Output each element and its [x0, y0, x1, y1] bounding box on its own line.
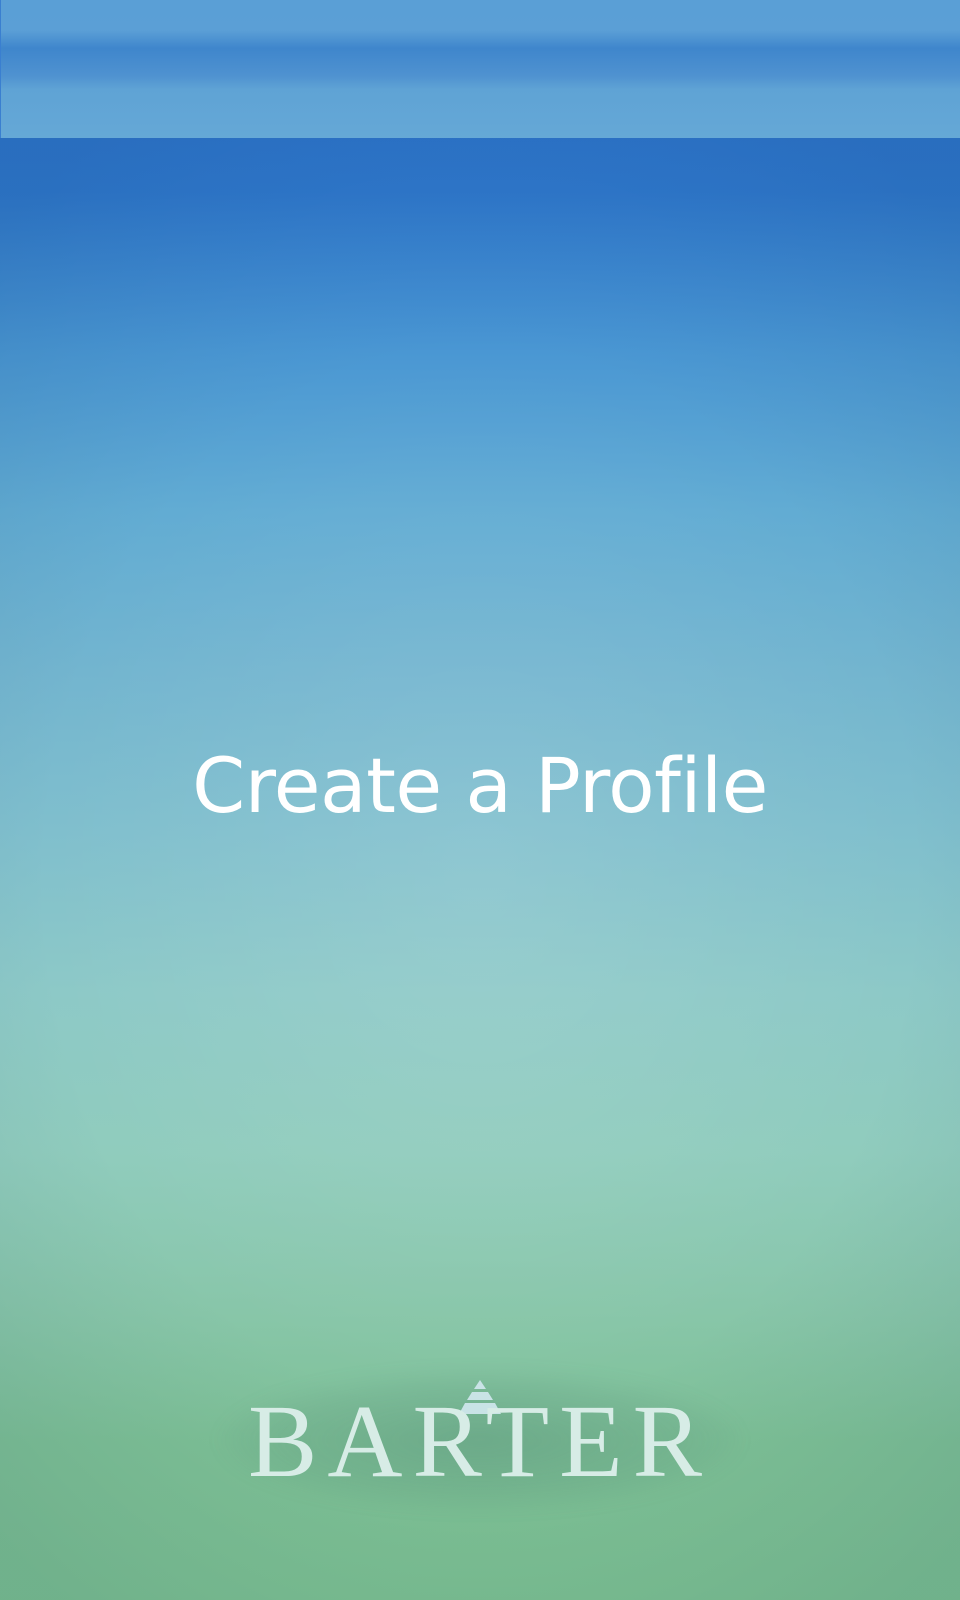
- top-app-bar: [0, 0, 960, 138]
- logo-wordmark: BARTER: [247, 1384, 712, 1499]
- barter-logo: BARTER: [200, 1360, 760, 1520]
- create-profile-screen: Create a Profile BARTER: [0, 0, 960, 1600]
- create-profile-title[interactable]: Create a Profile: [0, 748, 960, 824]
